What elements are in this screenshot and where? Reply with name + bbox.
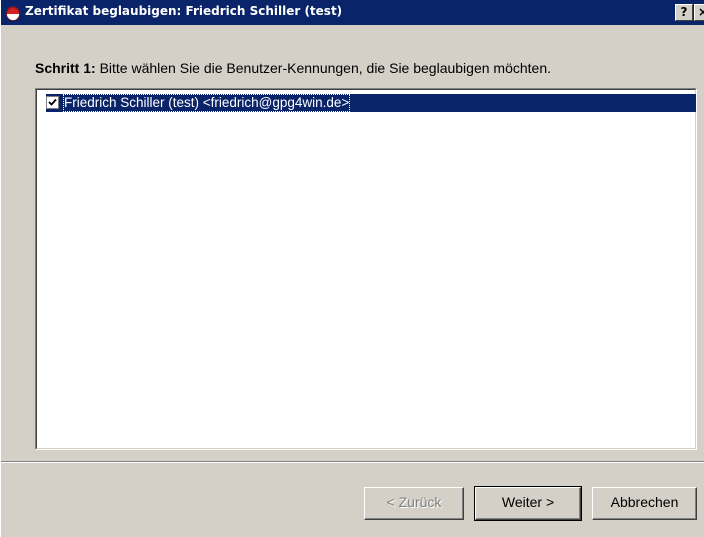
step-text: Bitte wählen Sie die Benutzer-Kennungen,… bbox=[95, 60, 552, 76]
gpg4win-icon bbox=[5, 5, 21, 21]
user-id-list-frame: Friedrich Schiller (test) <friedrich@gpg… bbox=[36, 89, 696, 449]
user-id-label: Friedrich Schiller (test) <friedrich@gpg… bbox=[63, 94, 351, 112]
next-button[interactable]: Weiter > bbox=[474, 486, 582, 521]
certify-dialog: Zertifikat beglaubigen: Friedrich Schill… bbox=[0, 0, 704, 537]
list-item[interactable]: Friedrich Schiller (test) <friedrich@gpg… bbox=[46, 94, 696, 112]
close-button[interactable]: × bbox=[694, 4, 704, 21]
cancel-button[interactable]: Abbrechen bbox=[592, 487, 697, 520]
user-id-checkbox[interactable] bbox=[46, 96, 59, 109]
checkmark-icon bbox=[48, 98, 57, 106]
window-title: Zertifikat beglaubigen: Friedrich Schill… bbox=[25, 4, 343, 18]
back-button[interactable]: < Zurück bbox=[364, 487, 464, 520]
separator bbox=[1, 461, 704, 463]
user-id-list[interactable]: Friedrich Schiller (test) <friedrich@gpg… bbox=[35, 88, 697, 450]
step-label: Schritt 1: bbox=[35, 60, 96, 76]
title-bar[interactable]: Zertifikat beglaubigen: Friedrich Schill… bbox=[1, 0, 704, 25]
help-button[interactable]: ? bbox=[675, 4, 693, 21]
step-instruction: Schritt 1: Bitte wählen Sie die Benutzer… bbox=[35, 60, 551, 76]
